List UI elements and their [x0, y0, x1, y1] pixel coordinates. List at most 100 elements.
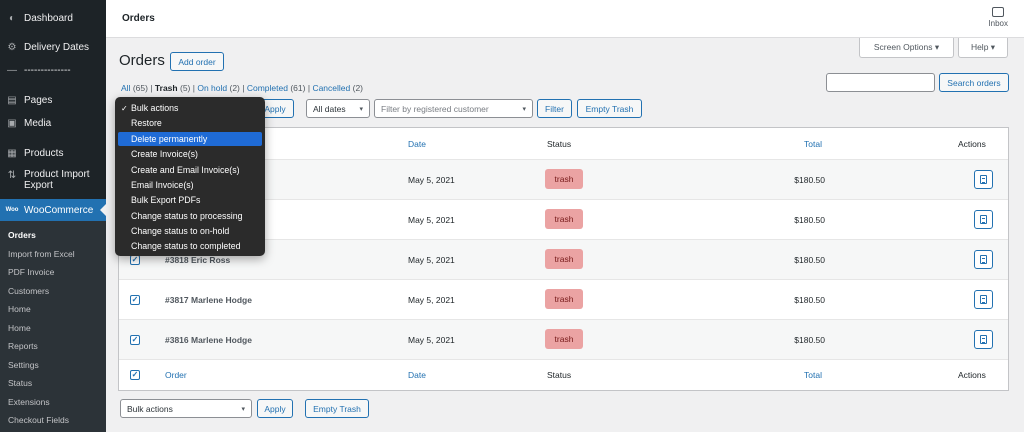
status-link-completed[interactable]: Completed (61)	[247, 83, 306, 93]
sidebar-item-separator[interactable]: — --------------	[0, 62, 106, 78]
current-menu-arrow	[100, 204, 106, 216]
submenu-item-customers[interactable]: Customers	[0, 286, 106, 296]
empty-trash-button-top[interactable]: Empty Trash	[577, 99, 642, 118]
invoice-action-button[interactable]	[974, 170, 993, 189]
bulk-option-status-on-hold[interactable]: Change status to on-hold	[118, 224, 262, 238]
bulk-option-bulk-export-pdfs[interactable]: Bulk Export PDFs	[118, 193, 262, 207]
column-header-total[interactable]: Total	[804, 139, 822, 149]
submenu-item-extensions[interactable]: Extensions	[0, 397, 106, 407]
sidebar-item-products[interactable]: ▦ Products	[0, 145, 106, 161]
status-link-trash[interactable]: Trash (5)	[155, 83, 190, 93]
status-badge: trash	[545, 329, 583, 349]
document-icon	[980, 255, 987, 264]
status-link-all[interactable]: All (65)	[121, 83, 148, 93]
sidebar-item-delivery-dates[interactable]: ⚙ Delivery Dates	[0, 39, 106, 55]
inbox-button[interactable]: Inbox	[988, 7, 1008, 28]
sidebar-item-product-import-export[interactable]: ⇅ Product Import Export	[0, 169, 106, 193]
sidebar-item-woocommerce[interactable]: Woo WooCommerce	[0, 199, 106, 221]
table-row[interactable]: ✓ #3817 Marlene Hodge May 5, 2021 trash …	[119, 280, 1008, 320]
document-icon	[980, 175, 987, 184]
dates-select[interactable]: All dates ▾	[306, 99, 370, 118]
invoice-action-button[interactable]	[974, 210, 993, 229]
inbox-icon	[992, 7, 1005, 17]
invoice-action-button[interactable]	[974, 330, 993, 349]
empty-trash-button-bottom[interactable]: Empty Trash	[305, 399, 369, 418]
document-icon	[980, 295, 987, 304]
bulk-option-email-invoices[interactable]: Email Invoice(s)	[118, 178, 262, 192]
import-export-icon: ⇅	[7, 169, 17, 181]
sidebar-item-label: --------------	[24, 64, 71, 76]
order-date: May 5, 2021	[408, 215, 455, 225]
sidebar-item-dashboard[interactable]: ◐ Dashboard	[0, 10, 106, 26]
column-footer-actions: Actions	[958, 370, 986, 380]
order-date: May 5, 2021	[408, 175, 455, 185]
submenu-item-reports[interactable]: Reports	[0, 341, 106, 351]
status-link-cancelled[interactable]: Cancelled (2)	[312, 83, 363, 93]
filter-button[interactable]: Filter	[537, 99, 572, 118]
sidebar-item-label: Media	[24, 117, 52, 129]
table-footer-row: ✓ Order Date Status Total Actions	[119, 360, 1008, 390]
search-input[interactable]	[826, 73, 935, 92]
bulk-option-delete-permanently[interactable]: Delete permanently	[118, 132, 262, 146]
add-order-button[interactable]: Add order	[170, 52, 224, 71]
pages-icon: ▤	[7, 94, 17, 106]
submenu-item-settings[interactable]: Settings	[0, 360, 106, 370]
order-link[interactable]: #3818 Eric Ross	[165, 255, 230, 265]
status-filter-links: All (65) | Trash (5) | On hold (2) | Com…	[121, 83, 364, 93]
order-link[interactable]: #3817 Marlene Hodge	[165, 295, 252, 305]
submenu-item-home[interactable]: Home	[0, 304, 106, 314]
apply-button-bottom[interactable]: Apply	[257, 399, 293, 418]
sidebar-item-media[interactable]: ▣ Media	[0, 115, 106, 131]
order-date: May 5, 2021	[408, 255, 455, 265]
bulk-option-create-and-email-invoices[interactable]: Create and Email Invoice(s)	[118, 163, 262, 177]
submenu-item-import-from-excel[interactable]: Import from Excel	[0, 249, 106, 259]
column-footer-date[interactable]: Date	[408, 370, 426, 380]
order-total: $180.50	[794, 295, 825, 305]
bulk-option-status-completed[interactable]: Change status to completed	[118, 239, 262, 253]
document-icon	[980, 215, 987, 224]
submenu-item-home-2[interactable]: Home	[0, 323, 106, 333]
order-total: $180.50	[794, 215, 825, 225]
status-badge: trash	[545, 169, 583, 189]
row-checkbox[interactable]: ✓	[130, 335, 140, 345]
submenu-item-checkout-fields[interactable]: Checkout Fields	[0, 415, 106, 425]
submenu-item-orders[interactable]: Orders	[0, 230, 106, 240]
screen-options-button[interactable]: Screen Options ▾	[859, 38, 954, 58]
woo-icon: Woo	[5, 207, 19, 213]
search-orders-button[interactable]: Search orders	[939, 73, 1009, 92]
invoice-action-button[interactable]	[974, 250, 993, 269]
sidebar-item-pages[interactable]: ▤ Pages	[0, 92, 106, 108]
bulk-option-status-processing[interactable]: Change status to processing	[118, 209, 262, 223]
status-link-on-hold[interactable]: On hold (2)	[197, 83, 240, 93]
row-checkbox[interactable]: ✓	[130, 255, 140, 265]
gear-icon: ⚙	[7, 41, 17, 53]
sidebar-item-label: Dashboard	[24, 12, 73, 24]
select-all-checkbox[interactable]: ✓	[130, 370, 140, 380]
order-total: $180.50	[794, 335, 825, 345]
bulk-actions-select-bottom[interactable]: Bulk actions ▾	[120, 399, 252, 418]
order-total: $180.50	[794, 175, 825, 185]
bulk-option-restore[interactable]: Restore	[118, 116, 262, 130]
bulk-option-create-invoices[interactable]: Create Invoice(s)	[118, 147, 262, 161]
submenu-item-status[interactable]: Status	[0, 378, 106, 388]
customer-filter-select[interactable]: Filter by registered customer ▾	[374, 99, 533, 118]
help-button[interactable]: Help ▾	[958, 38, 1008, 58]
status-badge: trash	[545, 249, 583, 269]
column-header-date[interactable]: Date	[408, 139, 426, 149]
status-badge: trash	[545, 289, 583, 309]
invoice-action-button[interactable]	[974, 290, 993, 309]
sidebar-item-label: Products	[24, 147, 64, 159]
submenu-item-pdf-invoice[interactable]: PDF Invoice	[0, 267, 106, 277]
order-link[interactable]: #3816 Marlene Hodge	[165, 335, 252, 345]
column-footer-order[interactable]: Order	[165, 370, 187, 380]
bulk-option-bulk-actions[interactable]: ✓ Bulk actions	[118, 101, 262, 115]
table-row[interactable]: ✓ #3816 Marlene Hodge May 5, 2021 trash …	[119, 320, 1008, 360]
chevron-down-icon: ▾	[522, 106, 526, 113]
document-icon	[980, 335, 987, 344]
bulk-actions-dropdown: ✓ Bulk actions Restore Delete permanentl…	[115, 97, 265, 256]
column-footer-status: Status	[547, 370, 572, 380]
column-footer-total[interactable]: Total	[804, 370, 822, 380]
row-checkbox[interactable]: ✓	[130, 295, 140, 305]
products-icon: ▦	[7, 147, 17, 159]
sidebar-item-label: Product Import Export	[24, 169, 90, 191]
